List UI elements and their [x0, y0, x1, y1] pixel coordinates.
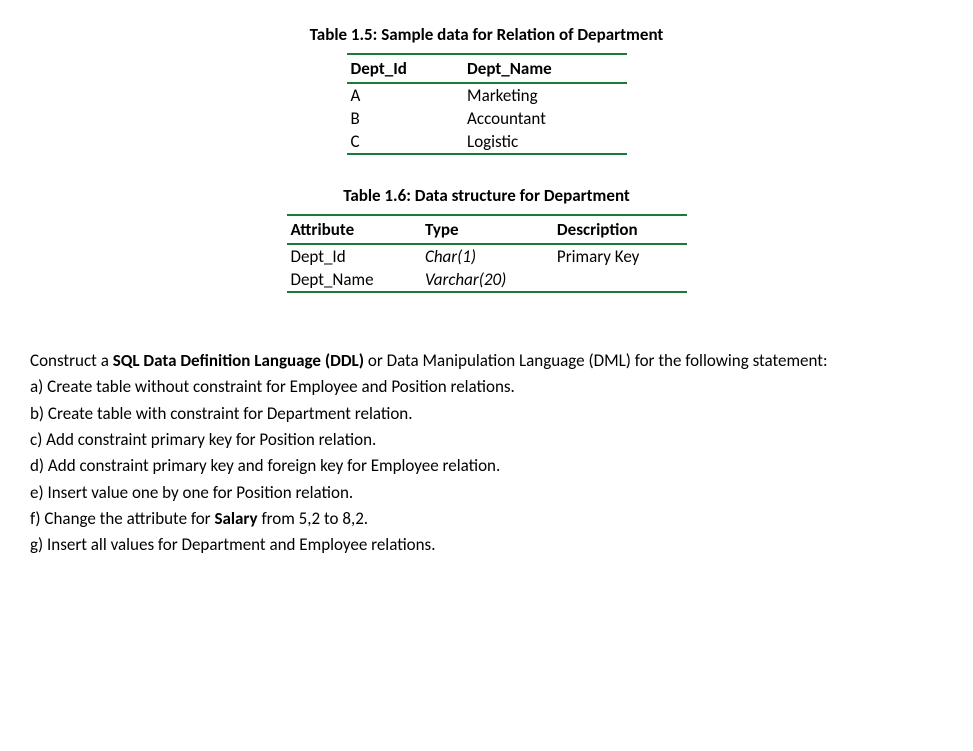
t15-cell: Accountant	[463, 107, 626, 130]
instruction-item-b: b) Create table with constraint for Depa…	[30, 401, 943, 427]
table-1-5-caption: Table 1.5: Sample data for Relation of D…	[237, 24, 737, 45]
t16-cell: Char(1)	[421, 244, 553, 268]
instruction-item-d: d) Add constraint primary key and foreig…	[30, 453, 943, 479]
t16-cell	[553, 268, 687, 292]
t15-cell: C	[347, 130, 464, 154]
instruction-item-a: a) Create table without constraint for E…	[30, 374, 943, 400]
instruction-item-g: g) Insert all values for Department and …	[30, 532, 943, 558]
table-1-5: Dept_Id Dept_Name A Marketing B Accounta…	[347, 53, 627, 155]
t15-header-dept-id: Dept_Id	[347, 54, 464, 83]
table-row: B Accountant	[347, 107, 627, 130]
t16-header-attribute: Attribute	[287, 215, 421, 244]
lead-post: or Data Manipulation Language (DML) for …	[364, 350, 828, 371]
instruction-lead: Construct a SQL Data Definition Language…	[30, 348, 943, 374]
table-row: Dept_Id Char(1) Primary Key	[287, 244, 687, 268]
instruction-block: Construct a SQL Data Definition Language…	[30, 348, 943, 559]
t15-cell: Logistic	[463, 130, 626, 154]
lead-pre: Construct a	[30, 350, 113, 371]
lead-bold: SQL Data Definition Language (DDL)	[113, 350, 364, 371]
t16-cell: Primary Key	[553, 244, 687, 268]
t16-cell: Dept_Name	[287, 268, 421, 292]
t16-cell: Dept_Id	[287, 244, 421, 268]
t16-header-description: Description	[553, 215, 687, 244]
instruction-item-c: c) Add constraint primary key for Positi…	[30, 427, 943, 453]
t16-cell: Varchar(20)	[421, 268, 553, 292]
table-row: A Marketing	[347, 83, 627, 107]
t15-cell: A	[347, 83, 464, 107]
instruction-item-e: e) Insert value one by one for Position …	[30, 480, 943, 506]
f-post: from 5,2 to 8,2.	[258, 508, 369, 529]
table-row: C Logistic	[347, 130, 627, 154]
f-pre: f) Change the attribute for	[30, 508, 214, 529]
t15-cell: B	[347, 107, 464, 130]
table-row: Dept_Name Varchar(20)	[287, 268, 687, 292]
t15-cell: Marketing	[463, 83, 626, 107]
t16-header-type: Type	[421, 215, 553, 244]
table-1-6-caption: Table 1.6: Data structure for Department	[237, 185, 737, 206]
instruction-item-f: f) Change the attribute for Salary from …	[30, 506, 943, 532]
f-bold: Salary	[214, 508, 257, 529]
t15-header-dept-name: Dept_Name	[463, 54, 626, 83]
table-1-6: Attribute Type Description Dept_Id Char(…	[287, 214, 687, 293]
